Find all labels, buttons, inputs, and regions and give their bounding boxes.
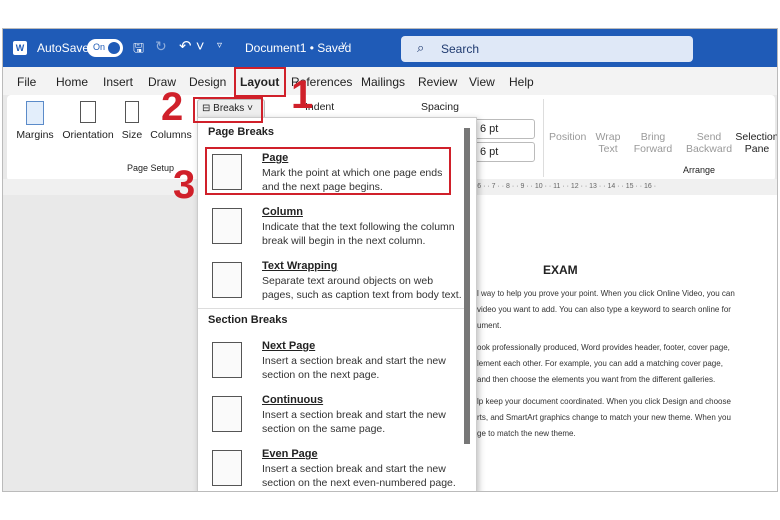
undo-icon[interactable]: ↶ ˅ <box>179 37 205 55</box>
divider <box>198 308 464 309</box>
margins-icon <box>26 101 44 125</box>
next-page-icon <box>212 342 242 378</box>
paragraph-line: video you want to add. You can also type… <box>477 305 731 314</box>
paragraph-line: and then choose the elements you want fr… <box>477 375 716 384</box>
paragraph-line: l way to help you prove your point. When… <box>477 289 735 298</box>
document-page[interactable]: EXAM l way to help you prove your point.… <box>457 195 777 491</box>
wrap-text-button[interactable]: Wrap Text <box>593 131 623 155</box>
tab-file[interactable]: File <box>17 75 36 89</box>
search-input[interactable]: ⌕ Search <box>401 36 693 62</box>
tab-help[interactable]: Help <box>509 75 534 89</box>
continuous-break-item[interactable]: Continuous Insert a section break and sta… <box>206 390 450 442</box>
orientation-icon <box>80 101 96 123</box>
autosave-label: AutoSave <box>37 41 90 55</box>
size-button[interactable]: Size <box>119 101 145 153</box>
section-breaks-header: Section Breaks <box>208 314 288 326</box>
tab-home[interactable]: Home <box>56 75 88 89</box>
text-wrapping-icon <box>212 262 242 298</box>
page-item-highlight <box>205 147 451 195</box>
send-backward-button[interactable]: Send Backward <box>685 131 733 155</box>
tab-design[interactable]: Design <box>189 75 226 89</box>
bring-forward-button[interactable]: Bring Forward <box>629 131 677 155</box>
selection-pane-button[interactable]: Selection Pane <box>735 131 777 155</box>
document-heading: EXAM <box>543 263 578 277</box>
menu-bar: File Home Insert Draw Design Layout Refe… <box>3 67 777 95</box>
breaks-highlight <box>193 97 263 123</box>
save-icon[interactable]: 🖫 <box>133 39 144 61</box>
step-1-label: 1 <box>291 73 314 117</box>
orientation-button[interactable]: Orientation <box>59 101 117 153</box>
search-icon: ⌕ <box>417 40 425 55</box>
title-bar: W AutoSave On 🖫 ↻ ↶ ˅ ▿ Document1 • Save… <box>3 29 777 67</box>
paragraph-line: rts, and SmartArt graphics change to mat… <box>477 413 731 422</box>
column-break-icon <box>212 208 242 244</box>
divider <box>543 99 544 177</box>
position-button[interactable]: Position <box>549 131 586 143</box>
chevron-down-icon[interactable]: ˅ <box>341 40 347 51</box>
redo-icon[interactable]: ↻ <box>155 38 167 55</box>
step-3-label: 3 <box>173 163 196 207</box>
layout-highlight <box>234 67 286 97</box>
step-2-label: 2 <box>161 85 184 129</box>
tab-view[interactable]: View <box>469 75 495 89</box>
spacing-label: Spacing <box>421 101 459 113</box>
dropdown-scrollbar[interactable] <box>464 128 470 444</box>
arrange-group-label: Arrange <box>683 165 716 175</box>
document-title[interactable]: Document1 • Saved <box>245 41 351 55</box>
tab-insert[interactable]: Insert <box>103 75 133 89</box>
even-page-break-item[interactable]: Even Page Insert a section break and star… <box>206 444 456 491</box>
spacing-after-input[interactable]: 6 pt <box>471 142 535 162</box>
column-break-item[interactable]: Column Indicate that the text following t… <box>206 202 455 254</box>
paragraph-line: ument. <box>477 321 502 330</box>
paragraph-line: lp keep your document coordinated. When … <box>477 397 731 406</box>
text-wrapping-break-item[interactable]: Text Wrapping Separate text around object… <box>206 256 462 308</box>
continuous-icon <box>212 396 242 432</box>
spacing-before-input[interactable]: 6 pt <box>471 119 535 139</box>
word-window: W AutoSave On 🖫 ↻ ↶ ˅ ▿ Document1 • Save… <box>2 28 778 492</box>
size-icon <box>125 101 139 123</box>
page-breaks-header: Page Breaks <box>208 126 275 138</box>
margins-button[interactable]: Margins <box>15 101 55 153</box>
paragraph-line: ook professionally produced, Word provid… <box>477 343 730 352</box>
word-logo-icon: W <box>13 41 27 55</box>
customize-icon[interactable]: ▿ <box>217 40 222 51</box>
paragraph-line: lement each other. For example, you can … <box>477 359 723 368</box>
tab-mailings[interactable]: Mailings <box>361 75 405 89</box>
page-setup-group-label: Page Setup <box>127 163 175 173</box>
even-page-icon <box>212 450 242 486</box>
next-page-break-item[interactable]: Next Page Insert a section break and star… <box>206 336 450 388</box>
autosave-toggle[interactable]: On <box>87 39 123 57</box>
tab-review[interactable]: Review <box>418 75 457 89</box>
paragraph-line: ge to match the new theme. <box>477 429 576 438</box>
